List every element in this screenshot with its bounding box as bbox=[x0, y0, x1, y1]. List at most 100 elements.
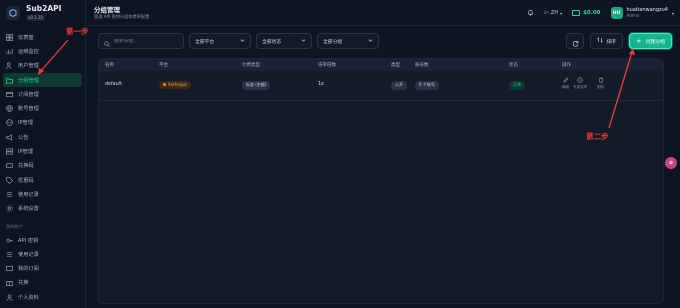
rate-value: 1x bbox=[318, 82, 324, 87]
balance-amount: $0.00 bbox=[583, 10, 601, 16]
dashboard-icon bbox=[6, 33, 13, 41]
sidebar-item-groups[interactable]: 分组管理 bbox=[3, 72, 82, 88]
language-switcher[interactable]: cn ZH ▾ bbox=[544, 10, 563, 16]
status-select[interactable]: 全部状态 bbox=[256, 33, 312, 49]
accounts-badge[interactable]: 0 个账号 bbox=[415, 80, 439, 90]
search-icon bbox=[104, 32, 114, 51]
page-subtitle: 管理 API 密钥分组和费率配置 bbox=[94, 14, 150, 19]
account-nav: API 密钥 使用记录 我的订阅 兑换 个人资料 bbox=[0, 233, 85, 304]
list-icon bbox=[6, 191, 13, 198]
header: 分组管理 管理 API 密钥分组和费率配置 cn ZH ▾ $0.00 HU h… bbox=[86, 0, 680, 26]
chevron-down-icon: ▾ bbox=[560, 10, 563, 16]
column-header-accounts[interactable]: 账号数 bbox=[415, 62, 429, 68]
sidebar-item-label: IP管理 bbox=[18, 149, 34, 156]
key-icon bbox=[6, 237, 13, 244]
column-header-billing[interactable]: 计费类型 bbox=[242, 62, 260, 68]
sidebar-item-profile[interactable]: 个人资料 bbox=[0, 290, 85, 304]
avatar: HU bbox=[610, 7, 623, 19]
sidebar-item-ip-manage[interactable]: IP管理 bbox=[0, 116, 85, 130]
type-badge: 公开 bbox=[391, 80, 407, 90]
sidebar-item-redeem[interactable]: 兑换 bbox=[0, 276, 85, 290]
exclusive-rate-label: 专属倍率 bbox=[573, 85, 587, 89]
create-group-button[interactable]: + 创建分组 bbox=[628, 33, 672, 49]
column-header-type[interactable]: 类型 bbox=[391, 62, 400, 68]
sidebar-item-usage[interactable]: 使用记录 bbox=[0, 187, 85, 201]
gift-icon bbox=[6, 279, 13, 287]
sidebar-item-ip[interactable]: IP管理 bbox=[0, 144, 85, 158]
chevron-down-icon: ▾ bbox=[671, 10, 674, 16]
sidebar-item-label: 公告 bbox=[18, 134, 29, 141]
delete-label: 删除 bbox=[597, 85, 604, 89]
megaphone-icon bbox=[6, 133, 13, 141]
globe-icon bbox=[6, 105, 13, 112]
brand-name: Sub2API bbox=[26, 4, 62, 14]
globe-icon bbox=[6, 119, 13, 127]
sort-icon bbox=[597, 37, 604, 45]
sidebar-item-ops-monitor[interactable]: 运维监控 bbox=[0, 44, 85, 58]
sidebar-item-promo-codes[interactable]: 优惠码 bbox=[0, 173, 85, 187]
chevron-down-icon bbox=[240, 38, 245, 45]
sidebar: Sub2API v0.1.35 仪表盘 运维监控 用户管理 分组管理 订阅管理 … bbox=[0, 0, 86, 308]
sidebar-item-announcements[interactable]: 公告 bbox=[0, 130, 85, 144]
sidebar-item-users[interactable]: 用户管理 bbox=[0, 59, 85, 73]
tag-icon bbox=[6, 176, 13, 184]
search-input[interactable] bbox=[114, 38, 178, 44]
sidebar-item-subscriptions[interactable]: 订阅管理 bbox=[0, 87, 85, 101]
billing-badge: 标准 (余额) bbox=[242, 80, 271, 90]
chart-icon bbox=[6, 48, 13, 55]
edit-action[interactable]: 编辑 bbox=[562, 77, 569, 90]
group-type-select[interactable]: 全部分组 bbox=[317, 33, 379, 49]
sidebar-item-my-usage[interactable]: 使用记录 bbox=[0, 247, 85, 261]
plus-icon: + bbox=[635, 36, 642, 45]
table-header: 名称 平台 计费类型 倍率倍数 类型 账号数 状态 操作 bbox=[99, 59, 663, 71]
search-box[interactable] bbox=[98, 33, 184, 49]
platform-badge: Anthropic bbox=[159, 80, 192, 89]
users-icon bbox=[6, 62, 13, 69]
platform-dot-icon bbox=[163, 83, 166, 86]
annotation-step1: 第一步 bbox=[66, 27, 89, 36]
sidebar-item-label: 订阅管理 bbox=[18, 91, 39, 98]
bell-icon[interactable] bbox=[527, 9, 534, 18]
column-header-status[interactable]: 状态 bbox=[509, 62, 518, 68]
sidebar-nav: 仪表盘 运维监控 用户管理 分组管理 订阅管理 账号管理 IP管理 公告 IP管… bbox=[0, 30, 85, 216]
sidebar-item-label: 个人资料 bbox=[18, 294, 39, 301]
sidebar-item-redeem-codes[interactable]: 兑换码 bbox=[0, 159, 85, 173]
version-badge: v0.1.35 bbox=[26, 14, 46, 21]
column-header-platform[interactable]: 平台 bbox=[159, 62, 168, 68]
floating-assistant-icon[interactable]: ✿ bbox=[665, 157, 677, 169]
refresh-icon bbox=[572, 32, 579, 51]
delete-action[interactable]: 删除 bbox=[597, 77, 604, 90]
sidebar-item-my-subscriptions[interactable]: 我的订阅 bbox=[0, 261, 85, 275]
refresh-button[interactable] bbox=[566, 32, 585, 51]
platform-select[interactable]: 全部平台 bbox=[189, 33, 251, 49]
column-header-rate[interactable]: 倍率倍数 bbox=[318, 62, 336, 68]
chevron-down-icon bbox=[301, 38, 306, 45]
sidebar-item-settings[interactable]: 系统设置 bbox=[0, 202, 85, 216]
trash-icon bbox=[598, 77, 604, 85]
table-row[interactable]: default Anthropic 标准 (余额) 1x 公开 0 个账号 正常… bbox=[99, 71, 663, 101]
status-badge: 正常 bbox=[509, 80, 525, 90]
sidebar-item-api-keys[interactable]: API 密钥 bbox=[0, 233, 85, 247]
edit-icon bbox=[563, 77, 569, 85]
server-icon bbox=[6, 148, 13, 155]
sidebar-item-label: 运维监控 bbox=[18, 48, 39, 55]
flag-icon: cn bbox=[543, 10, 549, 16]
sort-button[interactable]: 排序 bbox=[590, 33, 623, 49]
sidebar-item-accounts[interactable]: 账号管理 bbox=[0, 101, 85, 115]
exclusive-rate-action[interactable]: 专属倍率 bbox=[573, 77, 587, 90]
platform-label: Anthropic bbox=[168, 82, 188, 87]
sidebar-item-label: API 密钥 bbox=[18, 237, 39, 244]
sidebar-item-label: IP管理 bbox=[18, 120, 34, 127]
create-group-label: 创建分组 bbox=[645, 39, 665, 45]
column-header-name[interactable]: 名称 bbox=[105, 62, 114, 68]
platform-select-value: 全部平台 bbox=[195, 39, 215, 45]
sidebar-section-label: 我的账户 bbox=[6, 223, 23, 229]
toolbar-actions: 排序 + 创建分组 bbox=[566, 33, 672, 49]
brand[interactable]: Sub2API v0.1.35 bbox=[0, 0, 85, 26]
list-icon bbox=[6, 251, 13, 258]
sort-label: 排序 bbox=[606, 39, 616, 45]
user-menu[interactable]: HU huatianwangzu4 Admin ▾ bbox=[610, 7, 674, 19]
sidebar-item-label: 系统设置 bbox=[18, 206, 39, 213]
balance[interactable]: $0.00 bbox=[572, 10, 601, 16]
ticket-icon bbox=[6, 162, 13, 169]
